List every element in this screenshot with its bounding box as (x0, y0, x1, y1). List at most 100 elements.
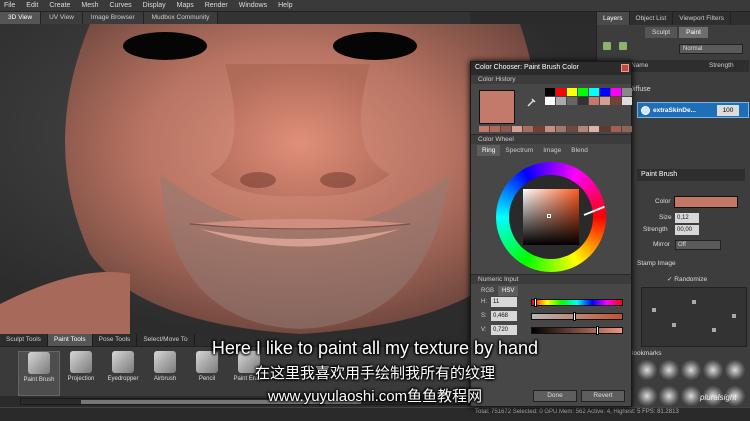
col-name: Name (631, 62, 649, 69)
palette-swatch[interactable] (611, 97, 621, 105)
menu-maps[interactable]: Maps (177, 2, 194, 9)
tab-hsv[interactable]: HSV (498, 286, 519, 296)
brush-color-swatch[interactable] (674, 196, 738, 208)
recent-color[interactable] (567, 126, 577, 132)
palette-swatch[interactable] (578, 97, 588, 105)
saturation-slider[interactable] (531, 313, 623, 320)
value-row: V: 0,720 (471, 324, 631, 338)
value-slider-knob[interactable] (595, 326, 599, 335)
menu-edit[interactable]: Edit (26, 2, 38, 9)
layer-strength-field[interactable]: 100 (717, 104, 739, 116)
tab-uv-view[interactable]: UV View (41, 12, 83, 24)
palette-swatch[interactable] (600, 97, 610, 105)
saturation-label: S: (481, 313, 487, 319)
tab-spectrum[interactable]: Spectrum (500, 145, 538, 156)
tab-rgb[interactable]: RGB (477, 286, 498, 296)
mode-tabs: RGB HSV (471, 286, 631, 296)
color-palette (545, 88, 632, 106)
recent-color[interactable] (578, 126, 588, 132)
color-picker-marker[interactable] (547, 214, 551, 218)
saturation-slider-knob[interactable] (573, 312, 577, 321)
recent-color[interactable] (490, 126, 500, 132)
hue-slider[interactable] (531, 299, 623, 306)
saturation-field[interactable]: 0,468 (491, 311, 517, 321)
menu-file[interactable]: File (4, 2, 15, 9)
new-layer-icon[interactable] (603, 42, 611, 50)
recent-color[interactable] (534, 126, 544, 132)
palette-swatch[interactable] (600, 88, 610, 96)
recent-color[interactable] (589, 126, 599, 132)
tab-sculpt-layers[interactable]: Sculpt (645, 27, 678, 38)
tab-image[interactable]: Image (538, 145, 566, 156)
brush-properties-title: Paint Brush (637, 169, 745, 181)
mirror-select[interactable]: Off (675, 240, 721, 250)
randomize-checkbox[interactable]: ✓ Randomize (667, 275, 707, 283)
pluralsight-watermark: pluralsight (700, 393, 737, 402)
subtitle-website: www.yuyulaoshi.com鱼鱼教程网 (267, 388, 483, 405)
tab-image-browser[interactable]: Image Browser (82, 12, 144, 24)
tab-object-list[interactable]: Object List (630, 12, 674, 25)
layer-options-icon[interactable] (619, 42, 627, 50)
channel-diffuse[interactable]: Diffuse (627, 86, 747, 97)
eyedropper-icon[interactable] (526, 97, 537, 108)
recent-color[interactable] (545, 126, 555, 132)
menu-bar: File Edit Create Mesh Curves Display Map… (0, 0, 750, 12)
color-history-header[interactable]: Color History (471, 74, 631, 84)
hue-slider-knob[interactable] (533, 298, 537, 307)
value-field[interactable]: 0,720 (491, 325, 517, 335)
palette-swatch[interactable] (556, 97, 566, 105)
menu-help[interactable]: Help (278, 2, 292, 9)
palette-swatch[interactable] (545, 88, 555, 96)
tab-blend[interactable]: Blend (566, 145, 593, 156)
palette-swatch[interactable] (589, 97, 599, 105)
tab-viewport-filters[interactable]: Viewport Filters (673, 12, 731, 25)
palette-swatch[interactable] (622, 88, 632, 96)
value-slider[interactable] (531, 327, 623, 334)
hue-field[interactable]: 11 (491, 297, 517, 307)
palette-swatch[interactable] (622, 97, 632, 105)
palette-swatch[interactable] (589, 88, 599, 96)
recent-color[interactable] (622, 126, 632, 132)
numeric-input-header[interactable]: Numeric Input (471, 274, 631, 284)
strength-field[interactable]: 00,00 (675, 225, 699, 235)
palette-swatch[interactable] (545, 97, 555, 105)
recent-color[interactable] (479, 126, 489, 132)
view-tabs: 3D View UV View Image Browser Mudbox Com… (0, 12, 470, 24)
menu-windows[interactable]: Windows (239, 2, 267, 9)
recent-color[interactable] (501, 126, 511, 132)
saturation-value-square[interactable] (523, 189, 579, 245)
tab-3d-view[interactable]: 3D View (0, 12, 42, 24)
menu-create[interactable]: Create (49, 2, 70, 9)
hue-label: H: (481, 299, 487, 305)
blend-mode-select[interactable]: Normal (679, 44, 743, 54)
status-text: Total: 751672 Selected: 0 GPU Mem: 562 A… (475, 409, 679, 415)
size-field[interactable]: 0,12 (675, 213, 699, 223)
tab-ring[interactable]: Ring (477, 145, 501, 156)
palette-swatch[interactable] (578, 88, 588, 96)
close-icon[interactable] (621, 64, 629, 72)
palette-swatch[interactable] (567, 88, 577, 96)
size-label: Size (659, 214, 672, 221)
color-wheel-header[interactable]: Color Wheel (471, 134, 631, 144)
recent-color[interactable] (556, 126, 566, 132)
menu-render[interactable]: Render (205, 2, 228, 9)
stamp-image-label: Stamp Image (637, 260, 676, 267)
recent-color[interactable] (611, 126, 621, 132)
recent-color[interactable] (600, 126, 610, 132)
layer-row-selected[interactable]: extraSkinDe... 100 (637, 102, 749, 118)
tab-layers[interactable]: Layers (597, 12, 630, 25)
layer-visibility-icon[interactable] (641, 105, 650, 115)
layer-name: extraSkinDe... (653, 106, 696, 114)
tab-paint-layers[interactable]: Paint (679, 27, 708, 38)
palette-swatch[interactable] (567, 97, 577, 105)
palette-swatch[interactable] (556, 88, 566, 96)
palette-swatch[interactable] (611, 88, 621, 96)
recent-color[interactable] (523, 126, 533, 132)
menu-display[interactable]: Display (143, 2, 166, 9)
tab-mudbox-community[interactable]: Mudbox Community (143, 12, 219, 24)
strength-label: Strength (643, 226, 668, 233)
menu-curves[interactable]: Curves (109, 2, 131, 9)
menu-mesh[interactable]: Mesh (81, 2, 98, 9)
randomize-label: Randomize (674, 276, 708, 283)
recent-color[interactable] (512, 126, 522, 132)
